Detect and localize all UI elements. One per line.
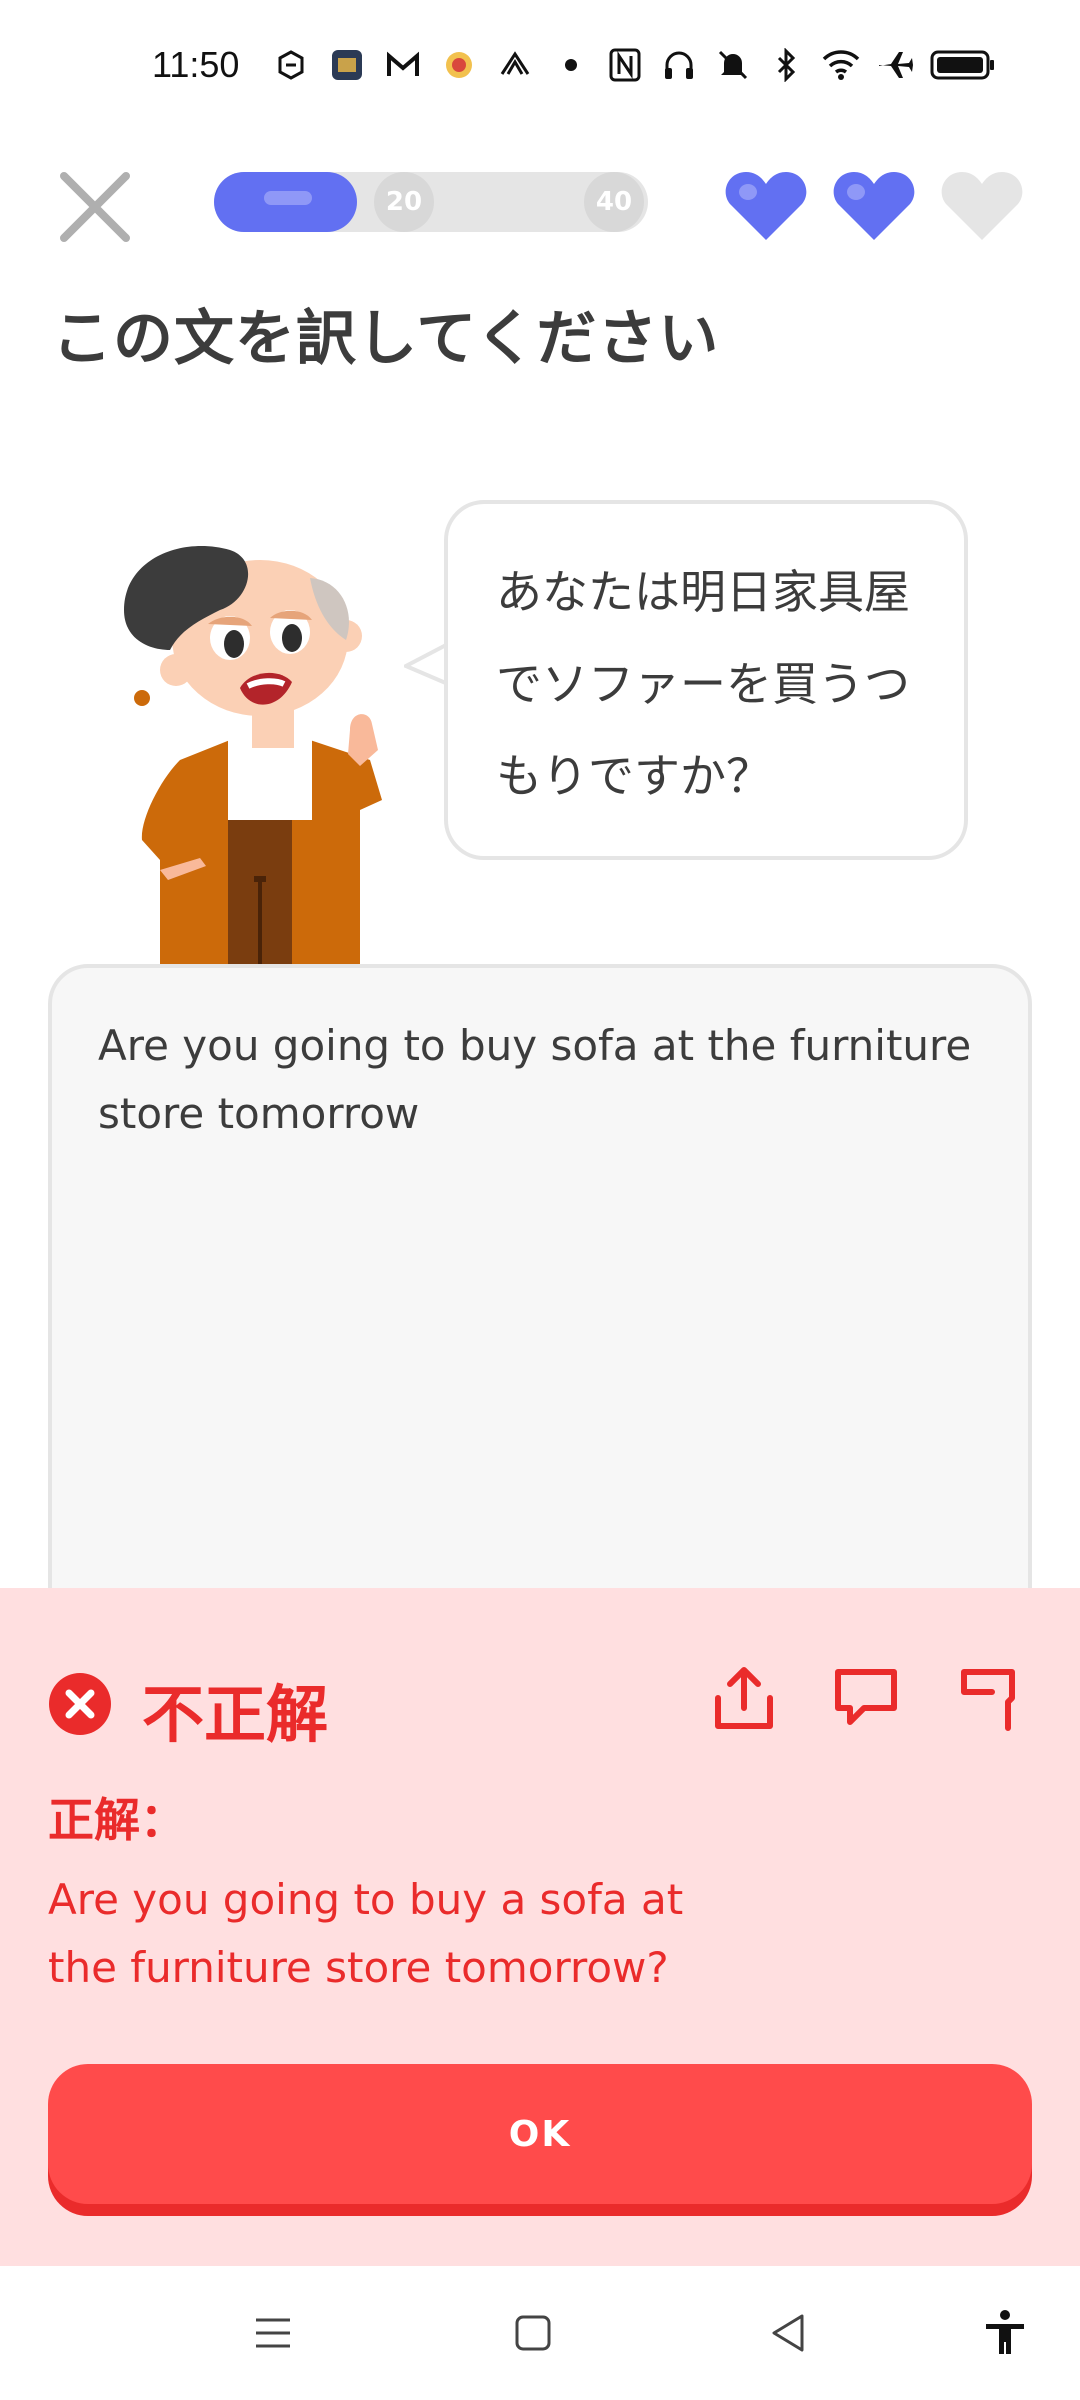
gmail-icon (384, 46, 422, 84)
mute-icon (714, 46, 752, 84)
app3-icon (496, 46, 534, 84)
accessibility-icon[interactable] (978, 2306, 1032, 2360)
back-icon[interactable] (762, 2306, 816, 2360)
status-left-icons (272, 46, 590, 84)
wifi-icon (822, 46, 860, 84)
source-sentence[interactable]: あなたは明日家具屋でソファーを買うつもりですか？ (496, 546, 936, 822)
feedback-title: 不正解 (142, 1678, 329, 1751)
milestone-20: 20 (374, 172, 434, 232)
heart-icon (725, 172, 807, 240)
system-nav-bar (0, 2266, 1080, 2400)
status-bar: 11:50 (0, 0, 1080, 140)
flag-icon[interactable] (952, 1662, 1024, 1734)
progress-shine (264, 191, 312, 205)
progress-fill (214, 172, 358, 232)
heart-empty-icon (941, 172, 1023, 240)
app2-icon (440, 46, 478, 84)
comment-icon[interactable] (830, 1662, 902, 1734)
incorrect-icon (49, 1673, 111, 1735)
nfc-icon (606, 46, 644, 84)
sync-icon (272, 46, 310, 84)
correct-answer-label: 正解： (48, 1793, 186, 1847)
feedback-actions (708, 1662, 1024, 1734)
status-right-icons (606, 46, 996, 84)
dot-icon (552, 46, 590, 84)
lesson-progress-bar: 20 40 (214, 172, 648, 232)
app-icon (328, 46, 366, 84)
answer-text: Are you going to buy sofa at the furnitu… (98, 1021, 972, 1138)
airplane-icon (876, 46, 914, 84)
heart-icon (833, 172, 915, 240)
battery-icon (930, 46, 996, 84)
status-time: 11:50 (152, 44, 240, 85)
ok-button[interactable]: OK (48, 2064, 1032, 2204)
headphones-icon (660, 46, 698, 84)
close-button[interactable] (56, 168, 134, 246)
close-icon (60, 172, 130, 242)
bluetooth-icon (768, 46, 806, 84)
feedback-panel: 不正解 正解： Are you going to buy a sofa at t… (0, 1588, 1080, 2266)
home-icon[interactable] (506, 2306, 560, 2360)
page-title: この文を訳してください (52, 304, 720, 374)
correct-answer: Are you going to buy a sofa at the furni… (48, 1875, 684, 1992)
character-illustration (124, 546, 382, 964)
share-icon[interactable] (708, 1662, 780, 1734)
speech-bubble: あなたは明日家具屋でソファーを買うつもりですか？ (444, 500, 968, 860)
menu-icon[interactable] (246, 2306, 300, 2360)
hearts (724, 170, 1024, 242)
milestone-40: 40 (584, 172, 644, 232)
